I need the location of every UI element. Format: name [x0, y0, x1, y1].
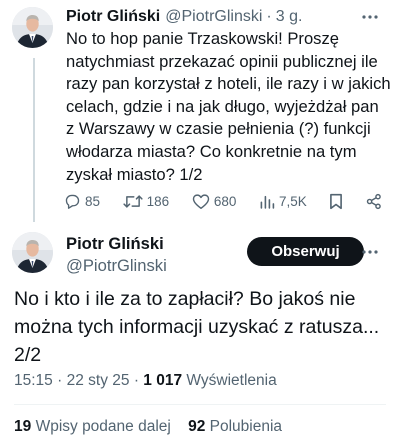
likes-count: 92 [188, 418, 206, 435]
divider [14, 404, 386, 405]
tweet-time[interactable]: 15:15 [14, 372, 53, 389]
retweets-stat[interactable]: 19 Wpisy podane dalej [14, 418, 171, 435]
retweet-button[interactable]: 186 [123, 193, 170, 210]
like-count: 680 [213, 193, 237, 209]
retweet-count: 186 [146, 193, 170, 209]
bookmark-button[interactable] [329, 193, 343, 210]
engagement-stats: 19 Wpisy podane dalej 92 Polubienia [14, 418, 282, 436]
views-button[interactable]: 7,5K [259, 193, 307, 210]
reply-count: 85 [85, 193, 101, 209]
reply-button[interactable]: 85 [64, 193, 100, 210]
more-dots-icon[interactable] [360, 244, 380, 260]
likes-label: Polubienia [209, 418, 283, 435]
avatar[interactable] [12, 232, 53, 273]
separator-dot: · [57, 372, 63, 389]
like-button[interactable]: 680 [192, 193, 237, 210]
tweet-text: No i kto i ile za to zapłacił? Bo jakoś … [14, 288, 380, 366]
bar-chart-icon [260, 195, 275, 209]
avatar-portrait-icon [12, 232, 53, 273]
tweet-time[interactable]: 3 g. [276, 8, 303, 26]
tweet-first[interactable]: Piotr Gliński @PiotrGlinski · 3 g. No to… [0, 0, 400, 222]
tweet-text: No to hop panie Trzaskowski! Proszę naty… [66, 29, 391, 184]
avatar[interactable] [12, 7, 53, 48]
separator-dot: · [266, 8, 272, 25]
views-label: Wyświetlenia [186, 372, 277, 389]
follow-button[interactable]: Obserwuj [247, 237, 364, 266]
share-button[interactable] [366, 193, 382, 210]
author-handle[interactable]: @PiotrGlinski [165, 8, 262, 26]
author-name[interactable]: Piotr Gliński [66, 8, 160, 26]
views-count: 7,5K [278, 193, 307, 209]
share-nodes-icon [366, 193, 381, 209]
more-dots-icon[interactable] [360, 9, 380, 25]
bookmark-icon [330, 193, 343, 209]
avatar-portrait-icon [12, 7, 53, 48]
speech-bubble-icon [65, 194, 80, 209]
heart-icon [192, 193, 210, 209]
views-count: 1 017 [143, 372, 183, 389]
tweet-meta: 15:15 · 22 sty 25 · 1 017 Wyświetlenia [14, 372, 277, 390]
retweet-arrows-icon [123, 194, 143, 208]
author-handle[interactable]: @PiotrGlinski [66, 256, 167, 276]
tweet-header: Piotr Gliński @PiotrGlinski · 3 g. [66, 7, 302, 27]
tweet-actions: 85 186 680 7,5K [64, 190, 382, 212]
tweet-date[interactable]: 22 sty 25 [67, 372, 130, 389]
separator-dot: · [133, 372, 139, 389]
retweets-count: 19 [14, 418, 32, 435]
author-name[interactable]: Piotr Gliński [66, 234, 164, 254]
retweets-label: Wpisy podane dalej [35, 418, 171, 435]
likes-stat[interactable]: 92 Polubienia [188, 418, 282, 435]
thread-connector-line [33, 58, 35, 222]
